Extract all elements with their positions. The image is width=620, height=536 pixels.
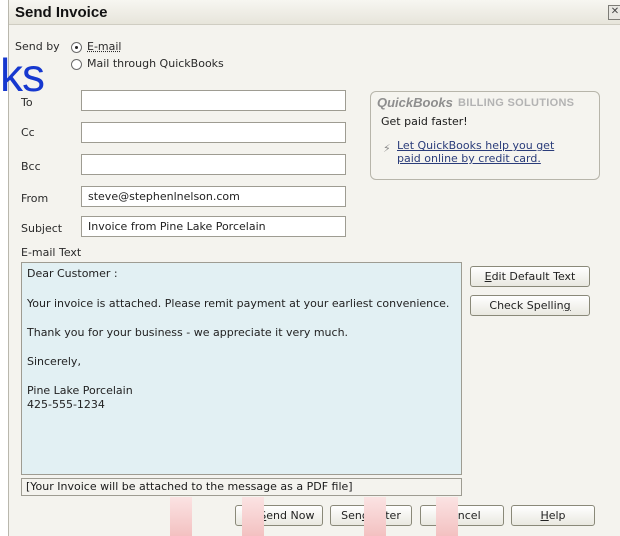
pdf-attachment-note: [Your Invoice will be attached to the me… [21, 478, 462, 496]
email-line: Sincerely, [27, 355, 81, 368]
quickbooks-logo-text: QuickBooks [377, 95, 453, 110]
email-line: Your invoice is attached. Please remit p… [27, 297, 450, 310]
cc-label: Cc [21, 126, 35, 139]
close-icon[interactable]: ✕ [608, 5, 620, 20]
watermark-bar [242, 497, 264, 536]
lightning-icon: ⚡ [383, 142, 391, 155]
mail-quickbooks-radio[interactable] [71, 59, 82, 70]
email-text-label: E-mail Text [21, 246, 82, 259]
email-line: Thank you for your business - we appreci… [27, 326, 349, 339]
email-line: Dear Customer : [27, 267, 118, 280]
send-invoice-window: Send Invoice ✕ Send by E-mail Mail throu… [8, 0, 620, 536]
subject-label: Subject [21, 222, 63, 235]
edit-default-text-label-rest: dit Default Text [491, 270, 576, 283]
email-line: 425-555-1234 [27, 398, 105, 411]
from-field[interactable]: steve@stephenlnelson.com [81, 186, 346, 207]
email-radio-label[interactable]: E-mail [87, 40, 122, 53]
bcc-label: Bcc [21, 160, 41, 173]
cc-field[interactable] [81, 122, 346, 143]
to-field[interactable] [81, 90, 346, 111]
title-bar: Send Invoice ✕ [9, 0, 620, 25]
email-text-area[interactable]: Dear Customer : Your invoice is attached… [21, 262, 462, 475]
send-later-label: Sen [341, 509, 362, 522]
subject-field[interactable]: Invoice from Pine Lake Porcelain [81, 216, 346, 237]
email-radio[interactable] [71, 42, 82, 53]
watermark-bar [170, 497, 192, 536]
help-mnemonic: H [540, 509, 549, 522]
billing-solutions-panel: QuickBooks BILLING SOLUTIONS Get paid fa… [370, 91, 600, 180]
check-spelling-label: Check Spellin [489, 299, 564, 312]
mail-quickbooks-radio-label[interactable]: Mail through QuickBooks [87, 57, 224, 70]
email-line: Pine Lake Porcelain [27, 384, 133, 397]
check-spelling-mnemonic: g [563, 299, 571, 312]
from-label: From [21, 192, 49, 205]
edit-default-text-mnemonic: E [484, 270, 492, 283]
check-spelling-button[interactable]: Check Spelling [470, 295, 590, 316]
help-button[interactable]: Help [511, 505, 595, 526]
billing-solutions-text: BILLING SOLUTIONS [458, 97, 575, 109]
cancel-button[interactable]: Cancel [420, 505, 504, 526]
credit-card-link[interactable]: Let QuickBooks help you get paid online … [397, 139, 557, 165]
get-paid-faster-text: Get paid faster! [381, 115, 468, 128]
watermark-bar [364, 497, 386, 536]
send-now-label: end Now [266, 509, 315, 522]
watermark-text: ks [0, 49, 45, 101]
edit-default-text-button[interactable]: Edit Default Text [470, 266, 590, 287]
help-label: elp [548, 509, 566, 522]
watermark-bar [436, 497, 458, 536]
bcc-field[interactable] [81, 154, 346, 175]
window-title: Send Invoice [15, 4, 108, 21]
